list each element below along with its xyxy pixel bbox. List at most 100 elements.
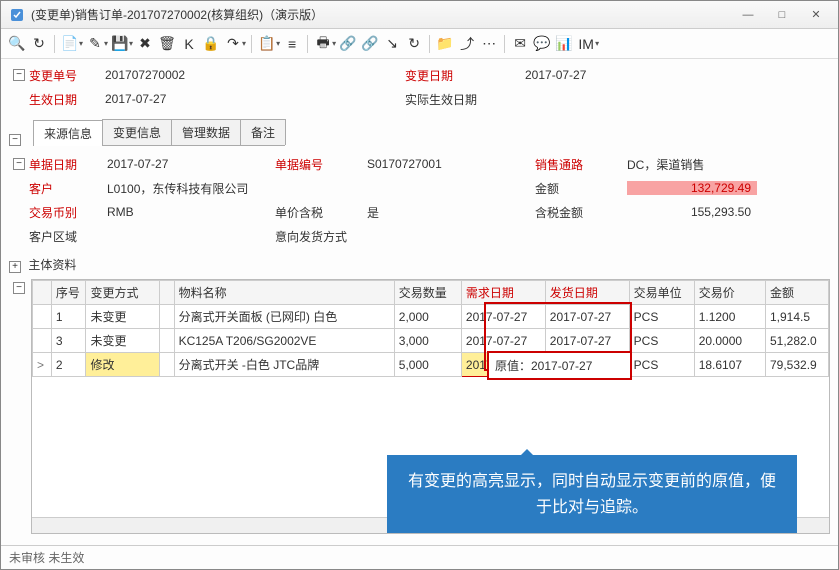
find-icon[interactable]: 🔍 xyxy=(7,34,27,54)
change-date-value: 2017-07-27 xyxy=(525,68,685,82)
cell[interactable] xyxy=(33,305,52,329)
cell[interactable]: 3 xyxy=(51,329,86,353)
cell[interactable]: 分离式开关 -白色 JTC品牌 xyxy=(174,353,394,377)
customer-value: L0100，东传科技有限公司 xyxy=(107,180,535,197)
link1-icon[interactable]: 🔗 xyxy=(338,34,358,54)
im-icon[interactable]: IM xyxy=(576,34,596,54)
col-header[interactable]: 序号 xyxy=(51,281,86,305)
cell[interactable]: 1,914.5 xyxy=(766,305,829,329)
cell[interactable] xyxy=(159,305,174,329)
mail-icon[interactable]: ✉ xyxy=(510,34,530,54)
cell[interactable]: 2 xyxy=(51,353,86,377)
dropdown-icon[interactable]: ▾ xyxy=(104,39,108,48)
cell[interactable]: 20.0000 xyxy=(694,329,765,353)
tax-amount-label: 含税金额 xyxy=(535,204,627,221)
new-icon[interactable]: 📄 xyxy=(60,34,80,54)
print-icon[interactable]: 🖶 xyxy=(313,34,333,54)
down-icon[interactable]: ↘ xyxy=(382,34,402,54)
cell[interactable]: 修改 xyxy=(86,353,159,377)
cell[interactable]: 2017-07-27 xyxy=(545,305,629,329)
cell[interactable]: 未变更 xyxy=(86,329,159,353)
dropdown-icon[interactable]: ▾ xyxy=(276,39,280,48)
cell[interactable]: 2,000 xyxy=(394,305,461,329)
report-icon[interactable]: 📊 xyxy=(554,34,574,54)
cell[interactable]: 2017-07-27 xyxy=(461,329,545,353)
col-header[interactable] xyxy=(33,281,52,305)
cell[interactable]: 79,532.9 xyxy=(766,353,829,377)
cell[interactable]: 分离式开关面板 (已网印) 白色 xyxy=(174,305,394,329)
cell[interactable]: 51,282.0 xyxy=(766,329,829,353)
close-button[interactable]: ✕ xyxy=(800,5,832,25)
tab-remark[interactable]: 备注 xyxy=(240,119,286,145)
doc-no-value: S0170727001 xyxy=(367,157,535,171)
tab-mgmt-data[interactable]: 管理数据 xyxy=(171,119,241,145)
minimize-button[interactable]: — xyxy=(732,5,764,25)
export-icon[interactable]: ⤴ xyxy=(457,34,477,54)
real-eff-date-label: 实际生效日期 xyxy=(405,91,525,108)
folder-icon[interactable]: 📁 xyxy=(435,34,455,54)
toolbar-separator xyxy=(429,35,430,53)
cell[interactable]: PCS xyxy=(629,353,694,377)
redo-icon[interactable]: ↷ xyxy=(223,34,243,54)
cell[interactable]: 3,000 xyxy=(394,329,461,353)
col-header[interactable]: 需求日期 xyxy=(461,281,545,305)
window-title: (变更单)销售订单-201707270002(核算组织)（演示版） xyxy=(31,6,732,23)
col-header[interactable]: 交易数量 xyxy=(394,281,461,305)
cell[interactable] xyxy=(159,353,174,377)
table-row[interactable]: 3未变更KC125A T206/SG2002VE3,0002017-07-272… xyxy=(33,329,829,353)
titlebar: (变更单)销售订单-201707270002(核算组织)（演示版） — □ ✕ xyxy=(1,1,838,29)
cell[interactable]: 5,000 xyxy=(394,353,461,377)
sync-icon[interactable]: ↻ xyxy=(404,34,424,54)
cell[interactable]: PCS xyxy=(629,305,694,329)
col-header[interactable]: 交易价 xyxy=(694,281,765,305)
cell[interactable] xyxy=(159,329,174,353)
copy-icon[interactable]: 📋 xyxy=(257,34,277,54)
collapse-toggle[interactable]: − xyxy=(13,158,25,170)
tab-change-info[interactable]: 变更信息 xyxy=(102,119,172,145)
delete-icon[interactable]: 🗑 xyxy=(157,34,177,54)
tab-source-info[interactable]: 来源信息 xyxy=(33,120,103,146)
cell[interactable]: 1 xyxy=(51,305,86,329)
col-header[interactable]: 交易单位 xyxy=(629,281,694,305)
collapse-toggle[interactable]: − xyxy=(13,282,25,294)
dropdown-icon[interactable]: ▾ xyxy=(129,39,133,48)
price-tax-value: 是 xyxy=(367,204,535,221)
col-header[interactable]: 金额 xyxy=(766,281,829,305)
cell[interactable]: PCS xyxy=(629,329,694,353)
col-header[interactable]: 发货日期 xyxy=(545,281,629,305)
col-header[interactable] xyxy=(159,281,174,305)
grid-header-row: 序号变更方式物料名称交易数量需求日期发货日期交易单位交易价金额 xyxy=(33,281,829,305)
table-row[interactable]: >2修改分离式开关 -白色 JTC品牌5,0002017-08-032017-0… xyxy=(33,353,829,377)
edit-icon[interactable]: ✎ xyxy=(85,34,105,54)
cell[interactable]: 18.6107 xyxy=(694,353,765,377)
chat-icon[interactable]: 💬 xyxy=(532,34,552,54)
expand-toggle[interactable]: + xyxy=(9,261,21,273)
list-icon[interactable]: ≡ xyxy=(282,34,302,54)
col-header[interactable]: 变更方式 xyxy=(86,281,159,305)
dropdown-icon[interactable]: ▾ xyxy=(79,39,83,48)
link2-icon[interactable]: 🔗 xyxy=(360,34,380,54)
collapse-toggle[interactable]: − xyxy=(13,69,25,81)
cell[interactable]: 1.1200 xyxy=(694,305,765,329)
maximize-button[interactable]: □ xyxy=(766,5,798,25)
more-icon[interactable]: ⋯ xyxy=(479,34,499,54)
col-header[interactable]: 物料名称 xyxy=(174,281,394,305)
dropdown-icon[interactable]: ▾ xyxy=(242,39,246,48)
cell[interactable]: 2017-07-27 xyxy=(461,305,545,329)
dropdown-icon[interactable]: ▾ xyxy=(595,39,599,48)
cancel-icon[interactable]: ✖ xyxy=(135,34,155,54)
cell[interactable]: 未变更 xyxy=(86,305,159,329)
lock-icon[interactable]: 🔒 xyxy=(201,34,221,54)
save-icon[interactable]: 💾 xyxy=(110,34,130,54)
data-grid[interactable]: 序号变更方式物料名称交易数量需求日期发货日期交易单位交易价金额 1未变更分离式开… xyxy=(31,279,830,534)
cell[interactable] xyxy=(33,329,52,353)
k-icon[interactable]: K xyxy=(179,34,199,54)
cell[interactable]: 2017-07-27 xyxy=(545,329,629,353)
dropdown-icon[interactable]: ▾ xyxy=(332,39,336,48)
table-row[interactable]: 1未变更分离式开关面板 (已网印) 白色2,0002017-07-272017-… xyxy=(33,305,829,329)
collapse-toggle[interactable]: − xyxy=(9,134,21,146)
cell[interactable]: KC125A T206/SG2002VE xyxy=(174,329,394,353)
refresh-icon[interactable]: ↻ xyxy=(29,34,49,54)
grid-section: − 序号变更方式物料名称交易数量需求日期发货日期交易单位交易价金额 1未变更分离… xyxy=(1,277,838,545)
cell[interactable]: > xyxy=(33,353,52,377)
